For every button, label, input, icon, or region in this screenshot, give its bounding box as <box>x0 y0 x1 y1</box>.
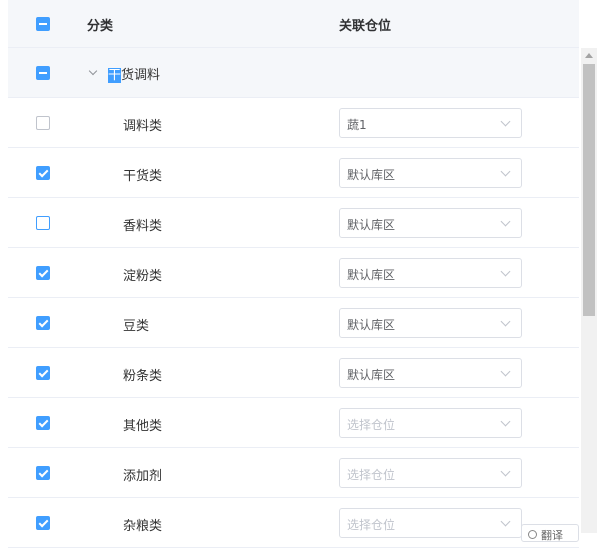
chevron-down-icon <box>500 516 511 527</box>
chevron-down-icon <box>500 216 511 227</box>
chevron-down-icon <box>500 266 511 277</box>
table-row: 其他类 选择仓位 <box>8 398 579 448</box>
location-select-value: 选择仓位 <box>347 468 396 482</box>
column-header-location: 关联仓位 <box>339 19 392 34</box>
translate-button[interactable]: 翻译 <box>521 524 579 542</box>
translate-label: 翻译 <box>541 529 563 542</box>
table-row: 杂粮类 选择仓位 <box>8 498 579 548</box>
location-select[interactable]: 蔬1 <box>339 108 522 138</box>
location-select-value: 默认库区 <box>347 218 396 232</box>
row-category-label: 其他类 <box>123 419 163 434</box>
chevron-down-icon <box>500 116 511 127</box>
location-select-value: 默认库区 <box>347 268 396 282</box>
row-checkbox[interactable] <box>36 166 50 180</box>
row-checkbox[interactable] <box>36 216 50 230</box>
select-all-checkbox[interactable] <box>36 17 50 31</box>
category-table: 分类 关联仓位 干货调料 调料类 蔬1 干货类 默认库区 香料类 默认库区 淀粉类 默认库区豆… <box>8 0 579 548</box>
location-select-value: 选择仓位 <box>347 418 396 432</box>
row-category-label: 添加剂 <box>123 469 163 484</box>
location-select[interactable]: 默认库区 <box>339 208 522 238</box>
table-header: 分类 关联仓位 <box>8 0 579 48</box>
row-checkbox[interactable] <box>36 366 50 380</box>
row-checkbox[interactable] <box>36 416 50 430</box>
parent-row-checkbox[interactable] <box>36 66 50 80</box>
parent-row: 干货调料 <box>8 48 579 98</box>
table-row: 豆类 默认库区 <box>8 298 579 348</box>
table-row: 干货类 默认库区 <box>8 148 579 198</box>
column-header-category: 分类 <box>87 19 114 34</box>
location-select[interactable]: 默认库区 <box>339 358 522 388</box>
scroll-up-arrow-icon[interactable] <box>585 53 593 58</box>
row-category-label: 干货类 <box>123 169 163 184</box>
location-select[interactable]: 选择仓位 <box>339 458 522 488</box>
row-category-label: 杂粮类 <box>123 519 163 534</box>
vertical-scrollbar[interactable] <box>581 48 597 533</box>
table-row: 添加剂 选择仓位 <box>8 448 579 498</box>
row-category-label: 豆类 <box>123 319 150 334</box>
table-row: 香料类 默认库区 <box>8 198 579 248</box>
location-select[interactable]: 默认库区 <box>339 158 522 188</box>
row-checkbox[interactable] <box>36 516 50 530</box>
row-category-label: 香料类 <box>123 219 163 234</box>
parent-label-highlight: 干 <box>108 68 122 83</box>
chevron-down-icon <box>500 466 511 477</box>
table-row: 粉条类 默认库区 <box>8 348 579 398</box>
row-checkbox[interactable] <box>36 116 50 130</box>
table-row: 调料类 蔬1 <box>8 98 579 148</box>
row-checkbox[interactable] <box>36 316 50 330</box>
parent-row-label: 干货调料 <box>108 64 160 83</box>
parent-label-rest: 货调料 <box>121 68 161 83</box>
location-select-value: 默认库区 <box>347 368 396 382</box>
location-select-value: 默认库区 <box>347 318 396 332</box>
search-icon <box>528 530 537 539</box>
chevron-down-icon <box>500 366 511 377</box>
row-category-label: 淀粉类 <box>123 269 163 284</box>
location-select-value: 选择仓位 <box>347 518 396 532</box>
chevron-down-icon[interactable] <box>88 66 98 76</box>
location-select[interactable]: 选择仓位 <box>339 408 522 438</box>
table-row: 淀粉类 默认库区 <box>8 248 579 298</box>
scrollbar-thumb[interactable] <box>583 64 595 316</box>
chevron-down-icon <box>500 416 511 427</box>
location-select[interactable]: 默认库区 <box>339 308 522 338</box>
location-select-value: 蔬1 <box>347 118 367 132</box>
location-select[interactable]: 默认库区 <box>339 258 522 288</box>
location-select-value: 默认库区 <box>347 168 396 182</box>
row-category-label: 粉条类 <box>123 369 163 384</box>
chevron-down-icon <box>500 166 511 177</box>
row-checkbox[interactable] <box>36 266 50 280</box>
chevron-down-icon <box>500 316 511 327</box>
location-select[interactable]: 选择仓位 <box>339 508 522 538</box>
row-category-label: 调料类 <box>123 119 163 134</box>
row-checkbox[interactable] <box>36 466 50 480</box>
